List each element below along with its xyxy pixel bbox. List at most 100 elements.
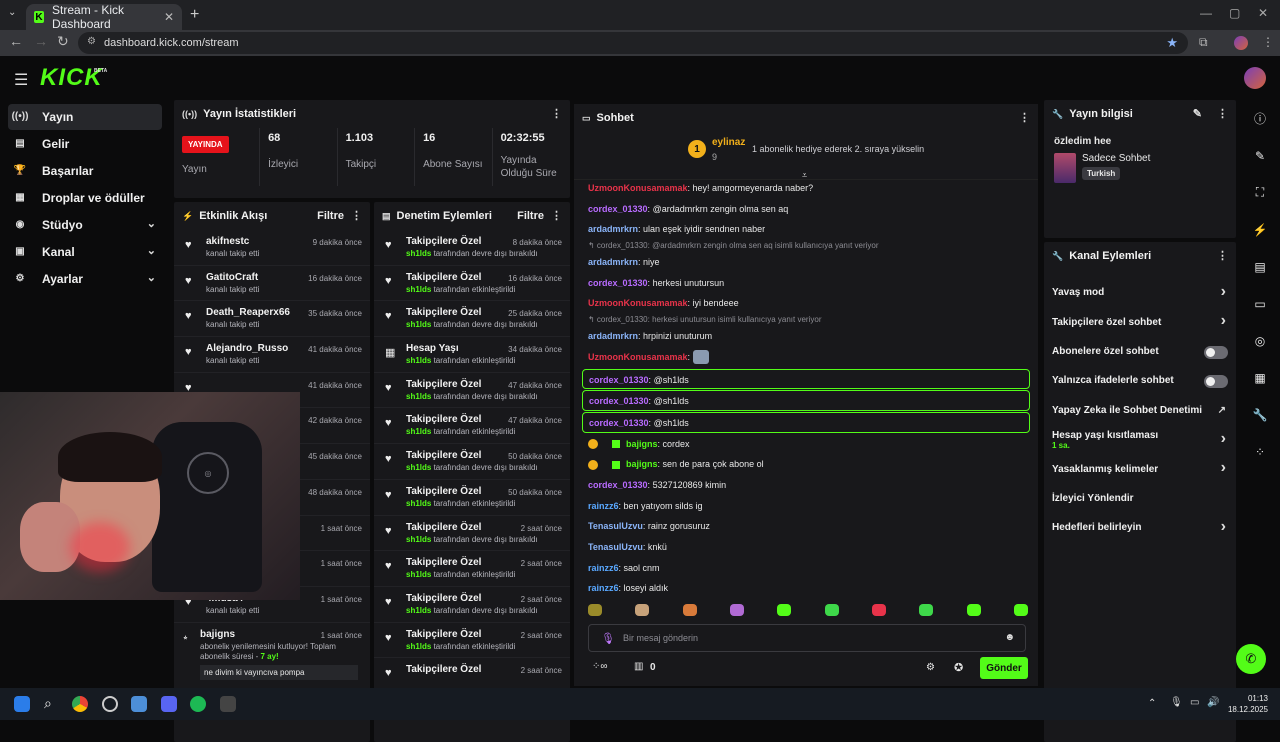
chat-message[interactable]: bajigns: sen de para çok abone ol xyxy=(582,454,1030,475)
chat-username[interactable]: cordex_01330 xyxy=(588,204,648,214)
toggle-switch[interactable] xyxy=(1204,375,1228,389)
emote-icon[interactable] xyxy=(777,604,792,616)
chat-message[interactable]: UzmoonKonusamamak: hey! amgormeyenarda n… xyxy=(582,178,1030,199)
mic-tray-icon[interactable]: 🎙 xyxy=(1170,697,1183,708)
info-icon[interactable]: ⓘ xyxy=(1240,100,1280,137)
channel-action-row[interactable]: Hedefleri belirleyin › xyxy=(1044,513,1236,542)
channel-action-row[interactable]: Yavaş mod › xyxy=(1044,278,1236,307)
chat-username[interactable]: rainzz6 xyxy=(588,501,619,511)
sidebar-item-ayarlar[interactable]: ⚙ Ayarlar ⌄ xyxy=(8,266,162,292)
profile-avatar[interactable] xyxy=(1234,36,1248,50)
channel-action-row[interactable]: Takipçilere özel sohbet › xyxy=(1044,307,1236,336)
emote-icon[interactable] xyxy=(966,604,981,616)
close-window-icon[interactable]: ✕ xyxy=(1258,6,1268,20)
chat-username[interactable]: ardadmrkrn xyxy=(588,257,638,267)
chat-message[interactable]: cordex_01330: @sh1lds xyxy=(582,390,1030,411)
chat-icon[interactable]: ▭ xyxy=(1240,285,1280,322)
toggle-switch[interactable] xyxy=(1204,345,1228,359)
chat-username[interactable]: cordex_01330 xyxy=(589,418,649,428)
site-info-icon[interactable]: ⚙ xyxy=(87,36,96,47)
sidebar-item-droplar[interactable]: ▦ Droplar ve ödüller xyxy=(8,185,162,211)
send-button[interactable]: Gönder xyxy=(980,657,1028,679)
settings-icon[interactable]: ⚙ xyxy=(926,662,935,673)
chat-username[interactable]: cordex_01330 xyxy=(588,480,648,490)
channel-action-row[interactable]: Hesap yaşı kısıtlaması 1 sa. › xyxy=(1044,425,1236,454)
channel-action-row[interactable]: Yalnızca ifadelerle sohbet xyxy=(1044,366,1236,395)
edit-icon[interactable]: ✎ xyxy=(1240,137,1280,174)
emote-icon[interactable] xyxy=(824,604,839,616)
chat-username[interactable]: UzmoonKonusamamak xyxy=(588,183,688,193)
spotify-icon[interactable] xyxy=(190,696,206,712)
emoji-icon[interactable]: ☻ xyxy=(1004,632,1015,643)
emote-icon[interactable] xyxy=(1013,604,1028,616)
windows-start-icon[interactable] xyxy=(14,696,30,712)
fullscreen-icon[interactable]: ⛶ xyxy=(1240,174,1280,211)
chat-username[interactable]: ardadmrkrn xyxy=(588,224,638,234)
chat-username[interactable]: cordex_01330 xyxy=(588,278,648,288)
volume-icon[interactable]: 🔊 xyxy=(1207,697,1219,708)
channel-action-row[interactable]: Yapay Zeka ile Sohbet Denetimi ↗ xyxy=(1044,396,1236,425)
pinned-leaderboard[interactable]: 1 eylinaz 9 1 abonelik hediye ederek 2. … xyxy=(574,132,1038,180)
channel-action-row[interactable]: Abonelere özel sohbet xyxy=(1044,337,1236,366)
chat-message[interactable]: cordex_01330: herkesi unutursun xyxy=(582,273,1030,294)
chrome-icon[interactable] xyxy=(72,696,88,712)
browser-menu-icon[interactable]: ⋮ xyxy=(1262,35,1274,49)
chat-tools-icon[interactable]: ✪ xyxy=(954,661,963,674)
emote-icon[interactable] xyxy=(635,604,650,616)
chat-message[interactable]: rainzz6: saol cnm xyxy=(582,558,1030,579)
chat-message[interactable]: TenasulUzvu: rainz gorusuruz xyxy=(582,516,1030,537)
layout-icon[interactable]: ▦ xyxy=(1240,359,1280,396)
channel-action-row[interactable]: İzleyici Yönlendir xyxy=(1044,484,1236,513)
more-options-icon[interactable]: ⋮ xyxy=(551,107,562,120)
emote-icon[interactable] xyxy=(729,604,744,616)
more-options-icon[interactable]: ⋮ xyxy=(1019,111,1030,124)
emote-icon[interactable] xyxy=(919,604,934,616)
browser-tab[interactable]: K Stream - Kick Dashboard ✕ xyxy=(26,3,182,31)
chat-message[interactable]: ardadmrkrn: hrpinizi unuturum xyxy=(582,326,1030,347)
extensions-icon[interactable]: ⧉ xyxy=(1199,35,1208,50)
maximize-icon[interactable]: ▢ xyxy=(1229,6,1240,20)
wrench-icon[interactable]: 🔧 xyxy=(1240,396,1280,433)
tab-search-icon[interactable]: ⌄ xyxy=(8,7,16,18)
chat-username[interactable]: UzmoonKonusamamak xyxy=(588,352,688,362)
more-options-icon[interactable]: ⋮ xyxy=(351,209,362,222)
chat-username[interactable]: cordex_01330 xyxy=(589,375,649,385)
user-avatar[interactable] xyxy=(1244,67,1266,89)
app-icon[interactable] xyxy=(131,696,147,712)
search-icon[interactable]: ⌕ xyxy=(44,695,60,711)
category-name[interactable]: Sadece Sohbet xyxy=(1082,153,1150,164)
chat-username[interactable]: rainzz6 xyxy=(588,563,619,573)
sidebar-item-gelir[interactable]: ▤ Gelir xyxy=(8,131,162,157)
channel-action-row[interactable]: Yasaklanmış kelimeler › xyxy=(1044,454,1236,483)
broadcast-icon[interactable]: ◎ xyxy=(1240,322,1280,359)
app-icon[interactable] xyxy=(102,696,118,712)
chat-message[interactable]: cordex_01330: @sh1lds xyxy=(582,368,1030,390)
new-tab-icon[interactable]: + xyxy=(190,6,199,24)
sidebar-item-studyo[interactable]: ◉ Stüdyo ⌄ xyxy=(8,212,162,238)
chat-message[interactable]: cordex_01330: 5327120869 kimin xyxy=(582,475,1030,496)
microphone-icon[interactable]: 🎙 xyxy=(601,632,615,645)
discord-icon[interactable] xyxy=(161,696,177,712)
chat-message[interactable]: ardadmrkrn: niye xyxy=(582,252,1030,273)
back-icon[interactable]: ← xyxy=(9,33,23,49)
more-options-icon[interactable]: ⋮ xyxy=(551,209,562,222)
chat-message-input[interactable]: 🎙 Bir mesaj gönderin ☻ xyxy=(588,624,1026,652)
network-icon[interactable]: ▭ xyxy=(1190,697,1199,708)
edit-icon[interactable]: ✎ xyxy=(1193,107,1202,120)
forward-icon[interactable]: → xyxy=(34,33,48,49)
chat-message[interactable]: ardadmrkrn: ulan eşek iyidir sendnen nab… xyxy=(582,219,1030,240)
document-icon[interactable]: ▤ xyxy=(1240,248,1280,285)
more-options-icon[interactable]: ⋮ xyxy=(1217,249,1228,262)
chat-message[interactable]: bajigns: cordex xyxy=(582,434,1030,455)
sidebar-item-basarilar[interactable]: 🏆 Başarılar xyxy=(8,158,162,184)
chat-message[interactable]: UzmoonKonusamamak: xyxy=(582,347,1030,368)
emote-icon[interactable] xyxy=(588,604,602,616)
chat-message[interactable]: UzmoonKonusamamak: iyi bendeee xyxy=(582,293,1030,314)
reload-icon[interactable]: ↻ xyxy=(57,33,69,50)
chat-username[interactable]: cordex_01330 xyxy=(589,396,649,406)
link-icon[interactable]: ⁘∞ xyxy=(592,661,608,672)
emote-icon[interactable] xyxy=(871,604,886,616)
sidebar-item-yayin[interactable]: ((•)) Yayın xyxy=(8,104,162,130)
chat-message[interactable]: cordex_01330: @sh1lds xyxy=(582,411,1030,433)
chat-username[interactable]: TenasulUzvu xyxy=(588,542,643,552)
